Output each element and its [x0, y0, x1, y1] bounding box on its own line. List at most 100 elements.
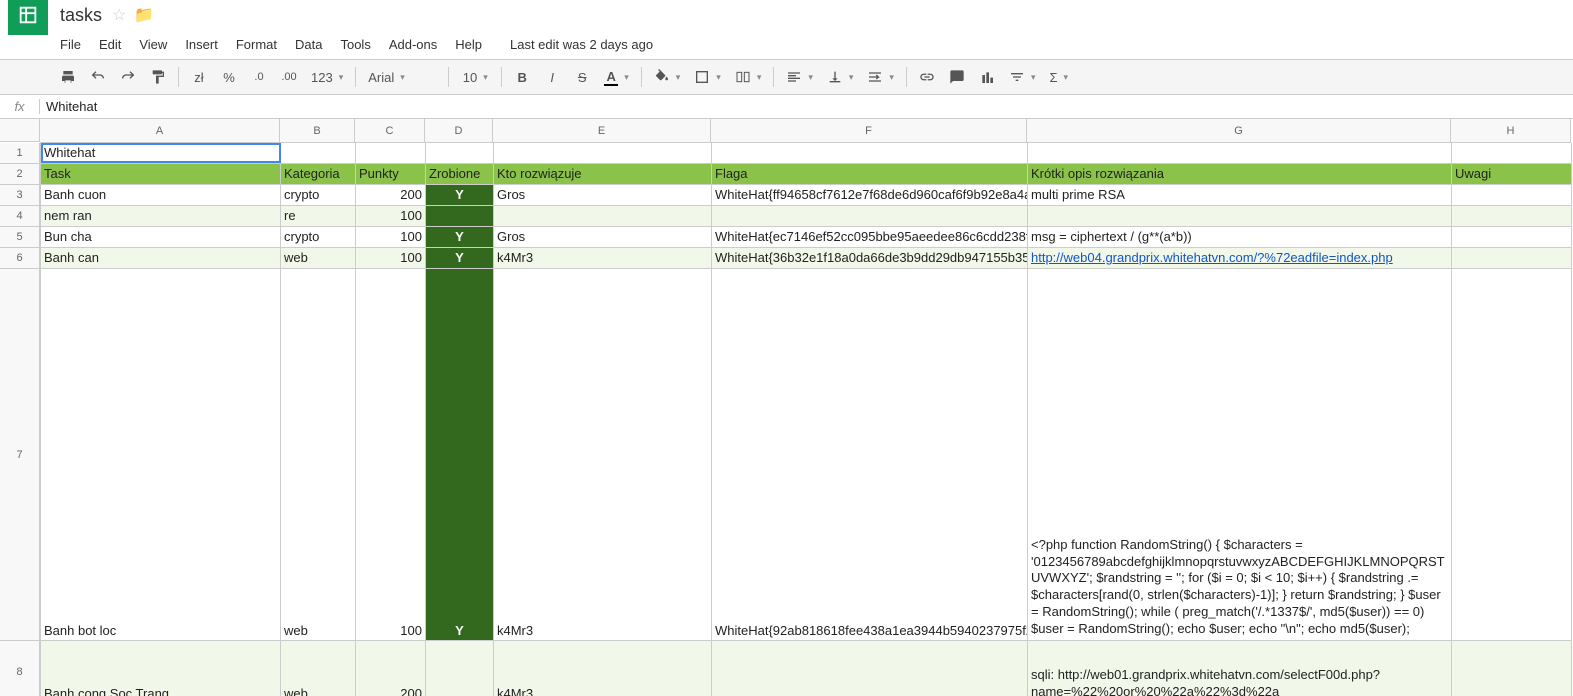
cell-D5[interactable]: Y	[426, 227, 494, 247]
dec-increase-button[interactable]: .00	[275, 63, 303, 91]
cell-G2[interactable]: Krótki opis rozwiązania	[1028, 164, 1452, 184]
menu-tools[interactable]: Tools	[332, 33, 378, 56]
cell-G4[interactable]	[1028, 206, 1452, 226]
cell-E3[interactable]: Gros	[494, 185, 712, 205]
cell-A5[interactable]: Bun cha	[41, 227, 281, 247]
cell-B2[interactable]: Kategoria	[281, 164, 356, 184]
cell-D3[interactable]: Y	[426, 185, 494, 205]
sheets-logo[interactable]	[8, 0, 48, 35]
cell-C5[interactable]: 100	[356, 227, 426, 247]
folder-icon[interactable]: 📁	[134, 5, 154, 25]
cell-D4[interactable]	[426, 206, 494, 226]
cell-C8[interactable]: 200	[356, 641, 426, 696]
cell-E7[interactable]: k4Mr3	[494, 269, 712, 640]
col-header-C[interactable]: C	[355, 119, 425, 142]
cell-C6[interactable]: 100	[356, 248, 426, 268]
cell-C3[interactable]: 200	[356, 185, 426, 205]
cell-G7[interactable]: <?php function RandomString() { $charact…	[1028, 269, 1452, 640]
cell-F7[interactable]: WhiteHat{92ab818618fee438a1ea3944b594023…	[712, 269, 1028, 640]
col-header-B[interactable]: B	[280, 119, 355, 142]
cell-D7[interactable]: Y	[426, 269, 494, 640]
comment-button[interactable]	[943, 63, 971, 91]
col-header-E[interactable]: E	[493, 119, 711, 142]
paint-format-icon[interactable]	[144, 63, 172, 91]
cell-B7[interactable]: web	[281, 269, 356, 640]
menu-insert[interactable]: Insert	[177, 33, 226, 56]
col-header-A[interactable]: A	[40, 119, 280, 142]
currency-button[interactable]: zł	[185, 63, 213, 91]
row-header-5[interactable]: 5	[0, 227, 40, 248]
cell-F1[interactable]	[712, 143, 1028, 163]
borders-button[interactable]	[688, 63, 727, 91]
row-header-2[interactable]: 2	[0, 164, 40, 185]
valign-button[interactable]	[821, 63, 860, 91]
print-icon[interactable]	[54, 63, 82, 91]
cell-A1[interactable]: Whitehat	[41, 143, 281, 163]
filter-button[interactable]	[1003, 63, 1042, 91]
link-button[interactable]	[913, 63, 941, 91]
row-header-6[interactable]: 6	[0, 248, 40, 269]
wrap-button[interactable]	[861, 63, 900, 91]
cell-B8[interactable]: web	[281, 641, 356, 696]
cell-H5[interactable]	[1452, 227, 1572, 247]
cell-H1[interactable]	[1452, 143, 1572, 163]
bold-button[interactable]: B	[508, 63, 536, 91]
functions-button[interactable]: Σ	[1043, 63, 1074, 91]
doc-name[interactable]: tasks	[60, 5, 102, 26]
cell-D8[interactable]	[426, 641, 494, 696]
cell-F8[interactable]	[712, 641, 1028, 696]
cell-G8[interactable]: sqli: http://web01.grandprix.whitehatvn.…	[1028, 641, 1452, 696]
cell-D6[interactable]: Y	[426, 248, 494, 268]
cell-H2[interactable]: Uwagi	[1452, 164, 1572, 184]
cell-D1[interactable]	[426, 143, 494, 163]
cell-G5[interactable]: msg = ciphertext / (g**(a*b))	[1028, 227, 1452, 247]
number-format-button[interactable]: 123	[305, 63, 349, 91]
cell-C4[interactable]: 100	[356, 206, 426, 226]
cell-C7[interactable]: 100	[356, 269, 426, 640]
menu-data[interactable]: Data	[287, 33, 330, 56]
percent-button[interactable]: %	[215, 63, 243, 91]
cell-A7[interactable]: Banh bot loc	[41, 269, 281, 640]
cell-H6[interactable]	[1452, 248, 1572, 268]
star-icon[interactable]: ☆	[112, 5, 126, 25]
cell-E2[interactable]: Kto rozwiązuje	[494, 164, 712, 184]
row-header-3[interactable]: 3	[0, 185, 40, 206]
halign-button[interactable]	[780, 63, 819, 91]
col-header-D[interactable]: D	[425, 119, 493, 142]
text-color-button[interactable]: A	[598, 63, 635, 91]
menu-format[interactable]: Format	[228, 33, 285, 56]
cell-F2[interactable]: Flaga	[712, 164, 1028, 184]
italic-button[interactable]: I	[538, 63, 566, 91]
cell-H3[interactable]	[1452, 185, 1572, 205]
cell-D2[interactable]: Zrobione	[426, 164, 494, 184]
cell-E8[interactable]: k4Mr3	[494, 641, 712, 696]
cell-F3[interactable]: WhiteHat{ff94658cf7612e7f68de6d960caf6f9…	[712, 185, 1028, 205]
select-all-corner[interactable]	[0, 119, 40, 142]
cell-A6[interactable]: Banh can	[41, 248, 281, 268]
cell-F6[interactable]: WhiteHat{36b32e1f18a0da66de3b9dd29db9471…	[712, 248, 1028, 268]
menu-file[interactable]: File	[52, 33, 89, 56]
dec-decrease-button[interactable]: .0	[245, 63, 273, 91]
cell-B3[interactable]: crypto	[281, 185, 356, 205]
row-header-1[interactable]: 1	[0, 143, 40, 164]
menu-help[interactable]: Help	[447, 33, 490, 56]
font-size-select[interactable]: 10	[455, 63, 495, 91]
merge-button[interactable]	[729, 63, 768, 91]
col-header-F[interactable]: F	[711, 119, 1027, 142]
cell-E6[interactable]: k4Mr3	[494, 248, 712, 268]
cell-C1[interactable]	[356, 143, 426, 163]
cell-A8[interactable]: Banh cong Soc Trang	[41, 641, 281, 696]
cell-E5[interactable]: Gros	[494, 227, 712, 247]
cell-A4[interactable]: nem ran	[41, 206, 281, 226]
cell-G1[interactable]	[1028, 143, 1452, 163]
font-select[interactable]: Arial	[362, 63, 442, 91]
cell-B1[interactable]	[281, 143, 356, 163]
col-header-G[interactable]: G	[1027, 119, 1451, 142]
cell-C2[interactable]: Punkty	[356, 164, 426, 184]
row-header-8[interactable]: 8	[0, 641, 40, 696]
cell-G3[interactable]: multi prime RSA	[1028, 185, 1452, 205]
cell-A3[interactable]: Banh cuon	[41, 185, 281, 205]
col-header-H[interactable]: H	[1451, 119, 1571, 142]
cell-B5[interactable]: crypto	[281, 227, 356, 247]
fill-color-button[interactable]	[648, 63, 687, 91]
